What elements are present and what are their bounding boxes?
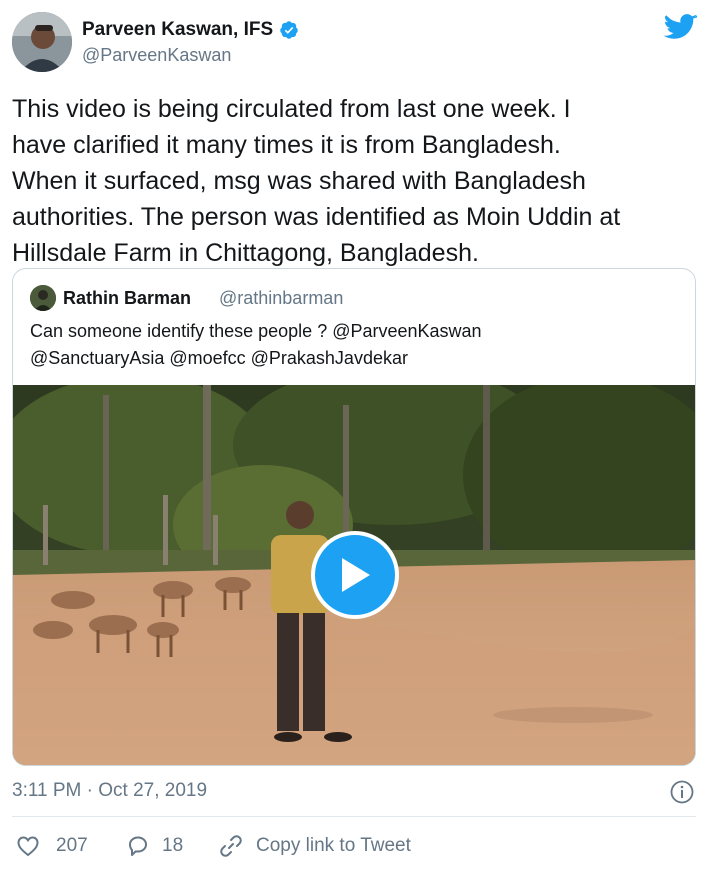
tweet-text: This video is being circulated from last…	[12, 95, 621, 267]
author-avatar[interactable]	[12, 12, 72, 72]
reply-button[interactable]: 18	[126, 834, 183, 858]
quoted-tweet-text: Can someone identify these people ? @Par…	[30, 321, 482, 368]
tweet-timestamp[interactable]: 3:11 PM · Oct 27, 2019	[12, 780, 207, 802]
author-name[interactable]: Parveen Kaswan, IFS	[82, 19, 299, 41]
twitter-bird-icon[interactable]	[664, 14, 698, 42]
link-icon	[220, 835, 242, 857]
author-name-label: Parveen Kaswan, IFS	[82, 19, 274, 40]
copy-link-label: Copy link to Tweet	[256, 835, 411, 856]
like-button[interactable]: 207	[16, 834, 88, 858]
heart-icon	[17, 836, 39, 857]
like-count: 207	[56, 835, 88, 856]
quoted-tweet-card[interactable]: Rathin Barman @rathinbarman Can someone …	[12, 268, 696, 766]
quoted-author-handle: @rathinbarman	[219, 288, 344, 308]
reply-bubble-icon	[129, 836, 147, 856]
quoted-author-name: Rathin Barman	[63, 288, 192, 308]
verified-badge-icon	[280, 21, 298, 39]
play-icon	[342, 558, 370, 592]
video-thumbnail[interactable]	[13, 385, 695, 765]
divider	[12, 816, 696, 817]
play-button[interactable]	[311, 531, 399, 619]
info-icon[interactable]	[670, 780, 694, 804]
author-handle[interactable]: @ParveenKaswan	[82, 45, 231, 66]
copy-link-button[interactable]: Copy link to Tweet	[218, 834, 411, 858]
reply-count: 18	[162, 835, 184, 856]
quoted-author-avatar	[30, 285, 56, 311]
